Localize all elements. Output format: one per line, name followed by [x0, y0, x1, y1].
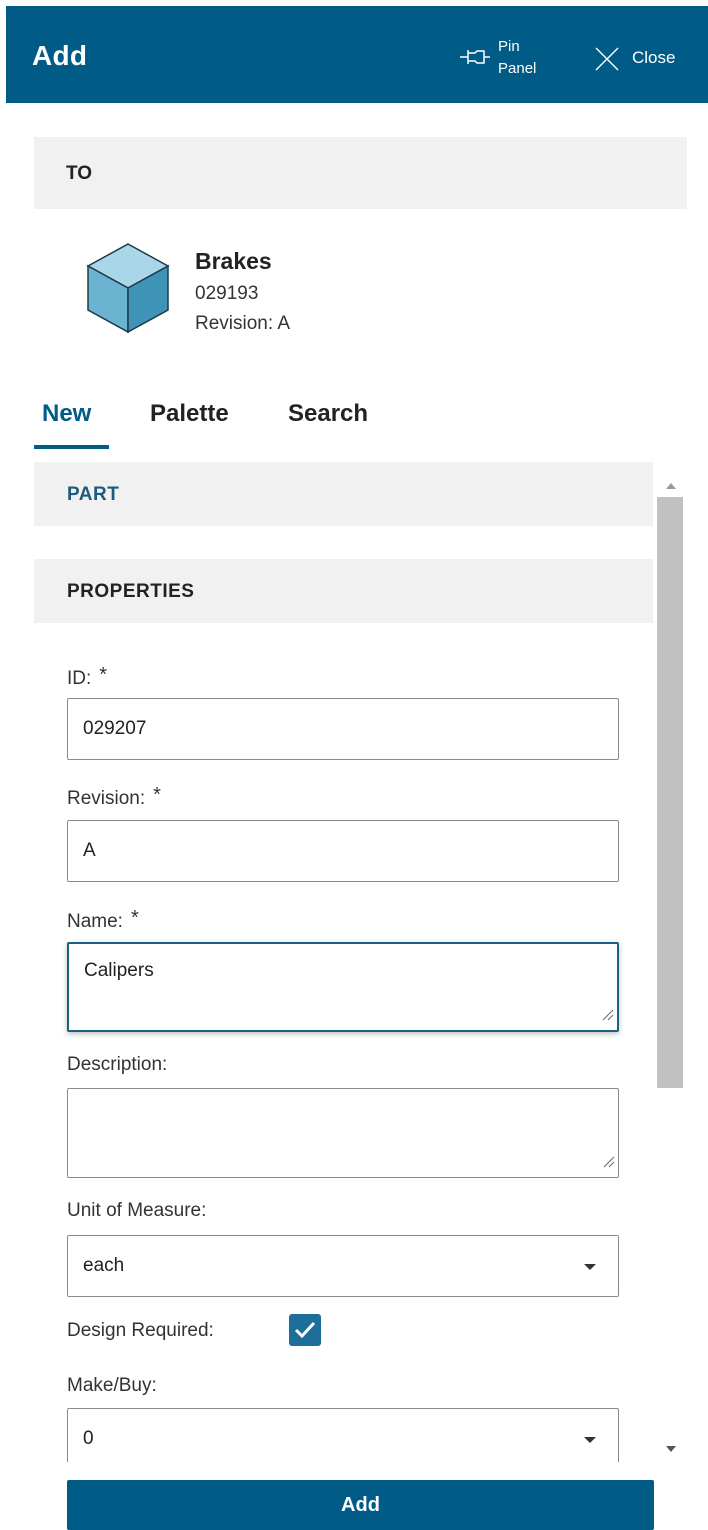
name-textarea[interactable]: Calipers — [67, 942, 619, 1032]
required-marker: * — [99, 664, 108, 686]
tab-palette[interactable]: Palette — [150, 400, 229, 428]
scroll-up-arrow-icon[interactable] — [665, 477, 677, 495]
pin-icon — [458, 46, 492, 73]
required-marker: * — [130, 907, 139, 929]
pin-panel-label: Pin Panel — [498, 36, 536, 80]
properties-section-label: PROPERTIES — [67, 581, 195, 602]
chevron-down-icon — [584, 1437, 596, 1443]
close-label: Close — [632, 48, 676, 67]
scroll-down-arrow-icon[interactable] — [665, 1440, 677, 1458]
resize-grip-icon[interactable] — [600, 1005, 614, 1027]
close-button[interactable]: Close — [594, 44, 694, 74]
checkmark-icon — [294, 1321, 316, 1339]
part-cube-icon — [84, 240, 172, 341]
chevron-down-icon — [584, 1264, 596, 1270]
id-label-text: ID: — [67, 668, 92, 689]
unit-of-measure-value: each — [83, 1255, 125, 1276]
make-buy-value: 0 — [83, 1428, 94, 1449]
add-button[interactable]: Add — [67, 1480, 654, 1530]
name-label-text: Name: — [67, 911, 123, 932]
panel-header: Add Pin Panel Close — [6, 6, 708, 103]
close-icon — [594, 46, 620, 77]
form-scroll-area[interactable]: PART PROPERTIES ID: * 029207 Revision: * A… — [34, 462, 687, 1462]
description-textarea[interactable] — [67, 1088, 619, 1178]
resize-grip-icon[interactable] — [601, 1152, 615, 1174]
id-input[interactable]: 029207 — [67, 698, 619, 760]
make-buy-label: Make/Buy: — [67, 1375, 157, 1396]
id-field-label: ID: * — [67, 664, 108, 690]
properties-section-header[interactable]: PROPERTIES — [34, 559, 653, 623]
design-required-checkbox[interactable] — [289, 1314, 321, 1346]
pin-label-line1: Pin — [498, 38, 520, 55]
target-item-name: Brakes — [195, 248, 272, 274]
required-marker: * — [153, 784, 161, 806]
revision-label-text: Revision: — [67, 788, 146, 809]
tab-search[interactable]: Search — [288, 400, 368, 428]
revision-input-value: A — [83, 840, 96, 861]
unit-of-measure-label: Unit of Measure: — [67, 1200, 207, 1221]
make-buy-select[interactable]: 0 — [67, 1408, 619, 1462]
description-field-label: Description: — [67, 1054, 168, 1075]
panel-title: Add — [32, 40, 88, 71]
to-section-header: TO — [34, 137, 687, 209]
part-section-header[interactable]: PART — [34, 462, 653, 526]
unit-of-measure-select[interactable]: each — [67, 1235, 619, 1297]
pin-label-line2: Panel — [498, 60, 537, 77]
id-input-value: 029207 — [83, 718, 147, 739]
design-required-label: Design Required: — [67, 1320, 214, 1341]
to-label: TO — [66, 163, 93, 184]
target-item-number: 029193 — [195, 283, 259, 304]
name-field-label: Name: * — [67, 907, 139, 933]
tab-new[interactable]: New — [42, 400, 91, 428]
pin-panel-button[interactable]: Pin Panel — [458, 36, 558, 88]
scrollbar-thumb[interactable] — [657, 497, 683, 1088]
revision-field-label: Revision: * — [67, 784, 161, 810]
target-item-revision: Revision: A — [195, 313, 291, 334]
part-section-label: PART — [67, 484, 120, 505]
name-textarea-value: Calipers — [84, 960, 154, 981]
active-tab-indicator — [34, 445, 109, 449]
revision-input[interactable]: A — [67, 820, 619, 882]
